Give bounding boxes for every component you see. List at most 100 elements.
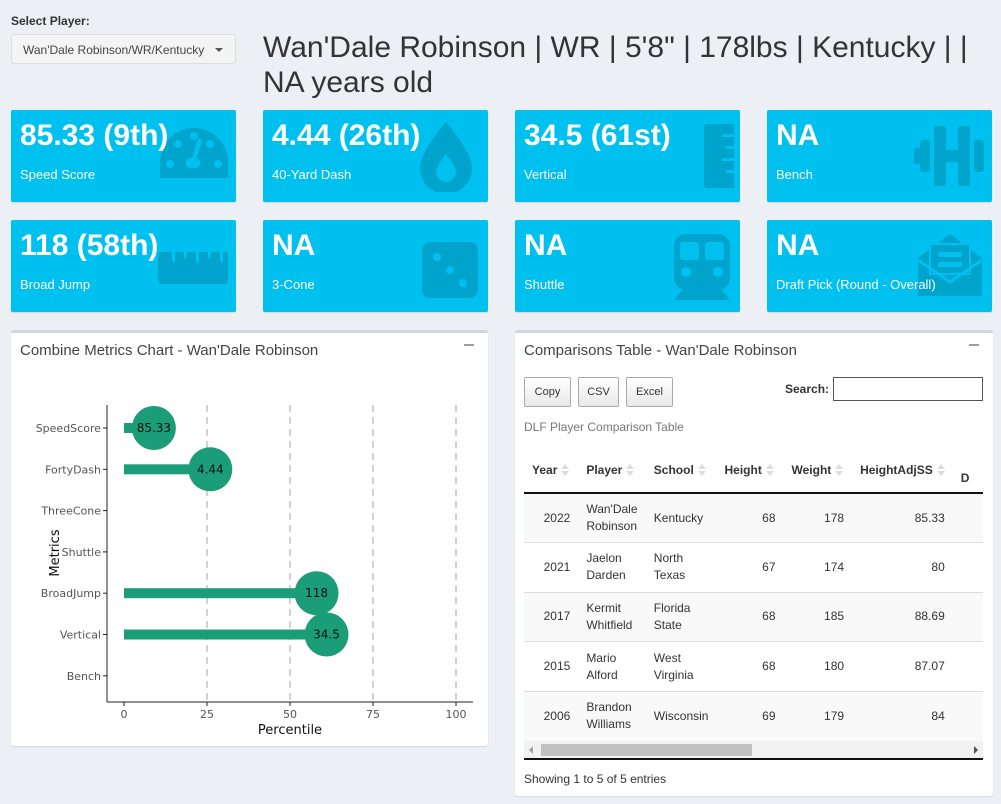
lollipop-label: 34.5: [313, 628, 340, 642]
cell-player: Wan'Dale Robinson: [578, 493, 646, 543]
x-tick-label: 75: [366, 708, 380, 721]
table-header-row: Year Player School Height Weight HeightA…: [524, 447, 983, 494]
column-header-heightadjss[interactable]: HeightAdjSS: [852, 447, 953, 494]
cell-player: Mario Alford: [578, 641, 646, 692]
lollipop-stem: [124, 629, 327, 640]
cell-school: Wisconsin: [645, 690, 717, 741]
column-header-school[interactable]: School: [645, 447, 717, 494]
cell-heightadjss: 85.33: [852, 493, 953, 543]
cell-year: 2017: [524, 591, 579, 642]
select-player-label: Select Player:: [11, 14, 90, 28]
cell-truncated: [952, 493, 983, 543]
x-axis-title: Percentile: [258, 723, 322, 738]
table-row: 2022 Wan'Dale Robinson Kentucky 68 178 8…: [524, 493, 983, 543]
value-box-forty-yard-dash: 4.44 (26th) 40-Yard Dash: [263, 110, 488, 202]
value-box-speed-score: 85.33 (9th) Speed Score: [11, 110, 236, 202]
value-box-label: Shuttle: [524, 277, 565, 292]
ruler-vertical-icon: [662, 120, 736, 192]
y-tick-label: Bench: [67, 670, 101, 683]
value-box-draft-pick: NA Draft Pick (Round - Overall): [767, 220, 992, 312]
cell-weight: 185: [783, 591, 853, 642]
scroll-right-arrow-icon[interactable]: [974, 746, 978, 754]
value-box-label: Speed Score: [20, 167, 96, 182]
y-tick-label: Shuttle: [62, 546, 102, 559]
cell-truncated: [952, 690, 983, 741]
cell-height: 68: [716, 591, 784, 642]
cell-weight: 178: [783, 493, 853, 543]
table-panel-title: Comparisons Table - Wan'Dale Robinson: [524, 342, 797, 359]
column-header-height[interactable]: Height: [716, 447, 784, 494]
value-box-label: Broad Jump: [20, 277, 91, 292]
cell-heightadjss: 84: [852, 690, 953, 741]
cell-year: 2022: [524, 493, 579, 543]
value-box-label: Vertical: [524, 167, 567, 182]
excel-button[interactable]: Excel: [626, 377, 673, 407]
table-caption: DLF Player Comparison Table: [524, 420, 684, 434]
lollipop-stem: [124, 588, 317, 599]
copy-button[interactable]: Copy: [524, 377, 571, 407]
horizontal-scrollbar[interactable]: [524, 741, 983, 758]
column-header-truncated[interactable]: D: [952, 447, 983, 494]
player-header-title: Wan'Dale Robinson | WR | 5'8" | 178lbs |…: [263, 31, 968, 99]
cell-player: Jaelon Darden: [578, 542, 646, 593]
csv-button[interactable]: CSV: [578, 377, 619, 407]
value-box-value: 4.44 (26th): [272, 119, 421, 152]
value-box-broad-jump: 118 (58th) Broad Jump: [11, 220, 236, 312]
value-box-value: 85.33 (9th): [20, 119, 169, 152]
column-header-player[interactable]: Player: [578, 447, 646, 494]
cell-truncated: [952, 591, 983, 642]
column-header-weight[interactable]: Weight: [783, 447, 853, 494]
value-box-value: NA: [524, 229, 568, 262]
cell-weight: 180: [783, 641, 853, 692]
value-box-value: 118 (58th): [20, 229, 159, 262]
scroll-left-arrow-icon[interactable]: [529, 746, 533, 754]
value-box-label: Draft Pick (Round - Overall): [776, 277, 936, 292]
cell-school: Florida State: [645, 591, 717, 642]
cell-height: 69: [716, 690, 784, 741]
minus-collapse-icon[interactable]: [969, 344, 979, 346]
cell-school: Kentucky: [645, 493, 717, 543]
cell-weight: 174: [783, 542, 853, 593]
ruler-horizontal-icon: [158, 230, 230, 302]
value-box-label: 40-Yard Dash: [272, 167, 352, 182]
sort-icon: [561, 464, 570, 477]
sort-icon: [936, 464, 945, 477]
dice-three-icon: [410, 230, 482, 302]
cell-height: 67: [716, 542, 784, 593]
player-select-dropdown[interactable]: Wan'Dale Robinson/WR/Kentucky: [11, 34, 236, 64]
value-box-value: NA: [272, 229, 316, 262]
search-input[interactable]: [833, 377, 983, 401]
dumbbell-icon: [914, 120, 986, 192]
value-box-bench: NA Bench: [767, 110, 992, 202]
value-box-value: 34.5 (61st): [524, 119, 671, 152]
tachometer-icon: [158, 120, 230, 192]
y-axis-title: Metrics: [48, 529, 63, 576]
sort-icon: [626, 464, 635, 477]
table-row: 2021 Jaelon Darden North Texas 67 174 80: [524, 542, 983, 593]
tint-drop-icon: [410, 120, 482, 194]
value-box-shuttle: NA Shuttle: [515, 220, 740, 312]
x-tick-label: 25: [200, 708, 214, 721]
value-box-label: Bench: [776, 167, 813, 182]
lollipop-label: 118: [305, 586, 328, 600]
lollipop-label: 4.44: [197, 462, 224, 476]
column-header-year[interactable]: Year: [524, 447, 579, 494]
y-tick-label: SpeedScore: [36, 422, 102, 435]
y-tick-label: ThreeCone: [40, 505, 101, 518]
x-tick-label: 100: [446, 708, 467, 721]
cell-height: 68: [716, 641, 784, 692]
combine-metrics-chart-panel: Combine Metrics Chart - Wan'Dale Robinso…: [11, 330, 488, 746]
table-row: 2006 Brandon Williams Wisconsin 69 179 8…: [524, 690, 983, 741]
search-label: Search:: [785, 382, 830, 396]
comparisons-table-panel: Comparisons Table - Wan'Dale Robinson Co…: [515, 330, 993, 796]
table-row: 2015 Mario Alford West Virginia 68 180 8…: [524, 641, 983, 692]
comparison-table: Year Player School Height Weight HeightA…: [524, 447, 983, 741]
table-info: Showing 1 to 5 of 5 entries: [524, 772, 667, 786]
cell-truncated: [952, 542, 983, 593]
x-tick-label: 0: [121, 708, 128, 721]
scrollbar-thumb[interactable]: [541, 744, 752, 756]
x-tick-label: 50: [283, 708, 297, 721]
table-bottom-border: [524, 758, 983, 760]
value-box-vertical: 34.5 (61st) Vertical: [515, 110, 740, 202]
caret-down-icon: [215, 48, 223, 52]
